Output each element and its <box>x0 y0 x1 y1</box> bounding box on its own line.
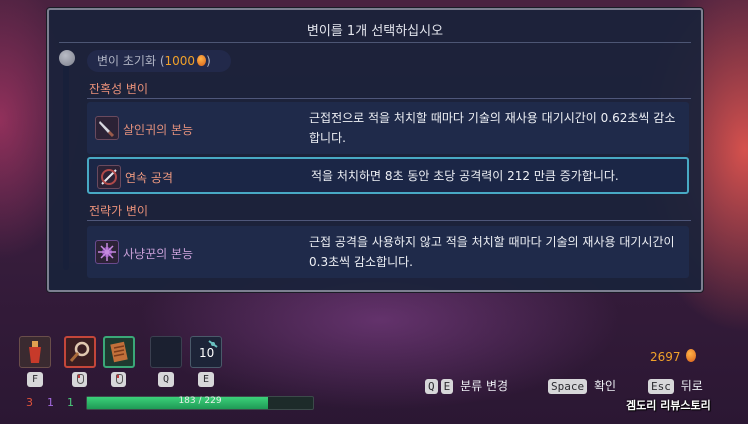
mutation-row[interactable]: 살인귀의 본능 근접전으로 적을 처치할 때마다 기술의 재사용 대기시간이 0… <box>87 102 689 154</box>
key-e-hint: E <box>440 379 454 394</box>
mutation-desc: 근접 공격을 사용하지 않고 적을 처치할 때마다 기술의 재사용 대기시간이 … <box>309 235 675 269</box>
hint-back: Esc 뒤로 <box>648 377 703 394</box>
scrollbar-track[interactable] <box>63 54 69 270</box>
reset-label-close: ) <box>206 54 211 68</box>
key-f-badge: F <box>27 372 43 387</box>
dagger-icon <box>95 116 119 140</box>
health-text: 183 / 229 <box>178 396 222 406</box>
hint-label: 확인 <box>593 379 617 393</box>
gold-coin-icon <box>686 349 697 362</box>
mutation-desc: 근접전으로 적을 처치할 때마다 기술의 재사용 대기시간이 0.62초씩 감소… <box>309 111 676 145</box>
section-divider <box>87 220 691 221</box>
skill-slot-e[interactable]: 10 <box>190 336 222 368</box>
gold-counter: 2697 <box>650 349 697 364</box>
title-divider <box>59 42 691 43</box>
skill-slot-q[interactable] <box>150 336 182 368</box>
dialog-title: 변이를 1개 선택하십시오 <box>306 24 444 39</box>
hint-label: 분류 변경 <box>460 379 509 393</box>
channel-watermark: 겜도리 리뷰스토리 <box>626 399 711 412</box>
magnifier-weapon-icon <box>69 341 90 362</box>
scroll-weapon-icon <box>110 341 128 363</box>
tactics-stat: 1 <box>47 396 54 409</box>
mutation-row[interactable]: 사냥꾼의 본능 근접 공격을 사용하지 않고 적을 처치할 때마다 기술의 재사… <box>87 226 689 278</box>
spiked-orb-icon <box>95 240 119 264</box>
mouse-left-icon <box>72 372 87 387</box>
reset-mutations-button[interactable]: 변이 초기화 (1000) <box>87 50 231 72</box>
secondary-weapon-slot[interactable] <box>103 336 135 368</box>
reset-cost: 1000 <box>164 54 196 68</box>
flask-icon <box>29 341 41 363</box>
brutality-stat: 3 <box>26 396 33 409</box>
survival-stat: 1 <box>67 396 74 409</box>
slash-icon <box>97 165 121 189</box>
mutation-desc: 적을 처치하면 8초 동안 초당 공격력이 212 만큼 증가합니다. <box>311 169 619 183</box>
mouse-right-icon <box>111 372 126 387</box>
skill-charge-count: 10 <box>199 346 215 360</box>
key-q-badge: Q <box>158 372 174 387</box>
section-title-brutality: 잔혹성 변이 <box>89 82 149 96</box>
gold-amount: 2697 <box>650 350 681 364</box>
health-flask-slot[interactable] <box>19 336 51 368</box>
mutation-name: 연속 공격 <box>125 171 173 185</box>
key-space-hint: Space <box>548 379 588 394</box>
hint-change-category: QE 분류 변경 <box>425 377 508 394</box>
mutation-dialog: 변이를 1개 선택하십시오 변이 초기화 (1000) 잔혹성 변이 살인귀의 … <box>47 8 703 292</box>
scrollbar-knob[interactable] <box>59 50 75 66</box>
key-esc-hint: Esc <box>648 379 674 394</box>
mutation-row-selected[interactable]: 연속 공격 적을 처치하면 8초 동안 초당 공격력이 212 만큼 증가합니다… <box>87 157 689 194</box>
health-bar: 183 / 229 <box>86 396 314 410</box>
mutation-name: 사냥꾼의 본능 <box>123 247 194 261</box>
key-q-hint: Q <box>425 379 438 394</box>
section-title-tactics: 전략가 변이 <box>89 204 149 218</box>
reset-label: 변이 초기화 ( <box>97 54 165 68</box>
key-e-badge: E <box>198 372 214 387</box>
hint-confirm: Space 확인 <box>548 377 616 394</box>
section-divider <box>87 98 691 99</box>
gold-coin-icon <box>197 55 207 66</box>
hint-label: 뒤로 <box>680 379 703 393</box>
mutation-name: 살인귀의 본능 <box>123 123 194 137</box>
primary-weapon-slot[interactable] <box>64 336 96 368</box>
